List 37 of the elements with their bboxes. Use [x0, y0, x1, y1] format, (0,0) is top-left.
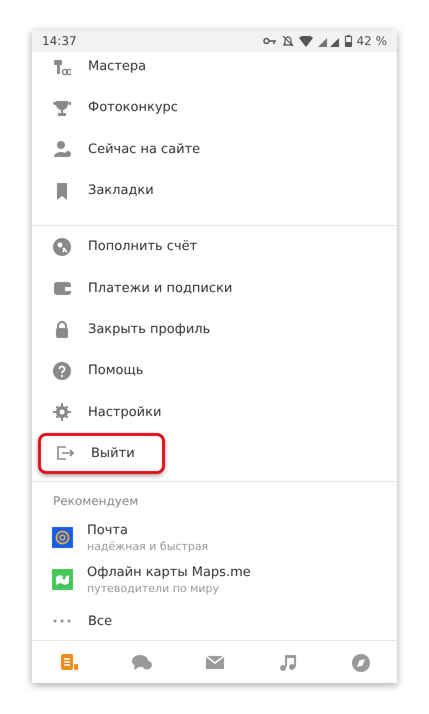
menu-item[interactable]: Помощь — [32, 350, 397, 392]
help-icon — [53, 362, 71, 380]
logout-icon — [56, 444, 74, 462]
menu-item[interactable]: Настройки — [32, 391, 397, 433]
lock-icon — [53, 320, 71, 338]
trophy-icon — [53, 98, 71, 117]
menu-item[interactable]: Платежи и подписки — [32, 267, 397, 309]
menu-item[interactable]: Фотоконкурс — [32, 87, 397, 129]
app-name: Почта — [87, 522, 129, 538]
menu-item[interactable]: Сейчас на сайте — [32, 128, 397, 170]
people-online-icon — [53, 140, 71, 158]
app-subtitle: надёжная и быстрая — [87, 540, 208, 553]
wallet-icon — [53, 279, 71, 298]
app-item[interactable]: Офлайн карты Maps.me путеводители по миру — [32, 558, 397, 601]
menu-item[interactable]: Закладки — [32, 170, 397, 212]
menu-item[interactable]: Пополнить счёт — [32, 226, 397, 268]
status-time: 14:37 — [42, 34, 77, 48]
wifi-icon — [298, 36, 312, 46]
highlighted-menu-item[interactable]: Выйти — [38, 432, 165, 474]
section-header: Рекомендуем — [52, 492, 140, 510]
music-note-icon[interactable] — [278, 652, 298, 672]
key-icon — [262, 37, 276, 45]
chat-bubbles-icon[interactable] — [132, 652, 152, 672]
menu-item[interactable]: Закрыть профиль — [32, 308, 397, 350]
compass-icon[interactable] — [350, 652, 370, 672]
more-dots-icon — [53, 619, 71, 624]
battery-icon — [344, 35, 352, 47]
all-apps-item[interactable]: Все — [32, 600, 397, 640]
app-item[interactable]: Почта надёжная и быстрая — [32, 516, 397, 559]
feed-icon[interactable] — [58, 652, 78, 672]
settings-icon — [53, 403, 71, 422]
menu-item[interactable]: Мастера — [32, 52, 397, 88]
app-name: Офлайн карты Maps.me — [87, 564, 251, 580]
battery-percent: 42 % — [356, 34, 387, 48]
signal-icon — [318, 36, 340, 46]
muted-bell-icon — [282, 35, 294, 47]
app-subtitle: путеводители по миру — [87, 582, 220, 595]
